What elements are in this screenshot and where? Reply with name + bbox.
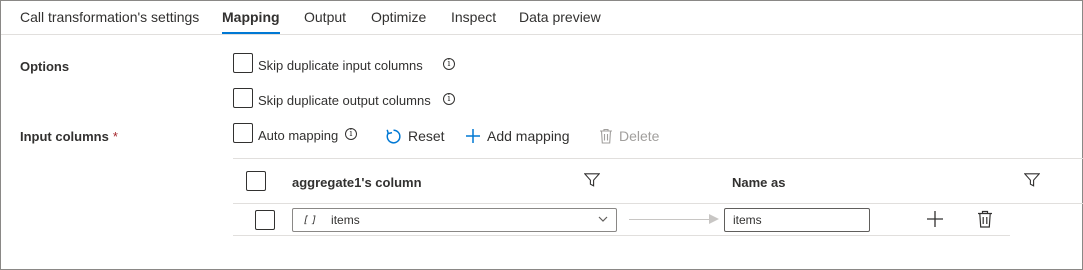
mapping-arrow-line [629,219,711,220]
reset-button[interactable]: Reset [385,126,445,146]
chevron-down-icon [598,216,608,222]
mapping-panel: Call transformation's settings Mapping O… [0,0,1083,270]
plus-icon [466,129,480,143]
tab-output[interactable]: Output [304,9,346,25]
active-tab-indicator [222,32,280,34]
mapping-arrow-head [709,214,719,224]
info-icon[interactable]: i [443,93,455,105]
add-mapping-button[interactable]: Add mapping [465,126,570,146]
auto-mapping-label: Auto mapping [258,128,339,143]
reset-icon [386,128,401,143]
tab-mapping[interactable]: Mapping [222,9,280,25]
delete-label: Delete [619,128,660,144]
add-mapping-label: Add mapping [487,128,570,144]
name-as-column-header: Name as [732,175,786,190]
filter-icon[interactable] [1024,173,1040,187]
info-icon[interactable]: i [443,58,455,70]
tab-bar: Call transformation's settings Mapping O… [1,1,1082,35]
skip-duplicate-output-label: Skip duplicate output columns [258,93,431,108]
info-icon[interactable]: i [345,128,357,140]
skip-duplicate-output-checkbox[interactable] [233,88,253,108]
skip-duplicate-input-label: Skip duplicate input columns [258,58,423,73]
grid-row-border [233,235,1010,236]
options-label: Options [20,59,70,74]
required-marker: * [112,129,118,144]
reset-label: Reset [408,128,445,144]
tab-data-preview[interactable]: Data preview [519,9,601,25]
skip-duplicate-input-checkbox[interactable] [233,53,253,73]
name-as-input[interactable] [724,208,870,232]
tab-inspect[interactable]: Inspect [451,9,496,25]
row-checkbox[interactable] [255,210,275,230]
delete-button[interactable]: Delete [599,126,659,146]
auto-mapping-checkbox[interactable] [233,123,253,143]
tab-optimize[interactable]: Optimize [371,9,426,25]
source-column-header: aggregate1's column [292,175,422,190]
trash-icon [600,128,612,144]
source-column-value: items [331,213,360,227]
tab-settings[interactable]: Call transformation's settings [20,9,199,25]
array-type-icon: [] [303,214,320,226]
source-column-dropdown[interactable]: [] items [292,208,617,232]
input-columns-label: Input columns * [20,129,118,144]
trash-icon[interactable] [977,210,993,228]
grid-header-border [233,203,1083,204]
grid-top-border [233,158,1083,159]
input-columns-text: Input columns [20,129,109,144]
plus-icon[interactable] [926,210,944,228]
select-all-checkbox[interactable] [246,171,266,191]
filter-icon[interactable] [584,173,600,187]
